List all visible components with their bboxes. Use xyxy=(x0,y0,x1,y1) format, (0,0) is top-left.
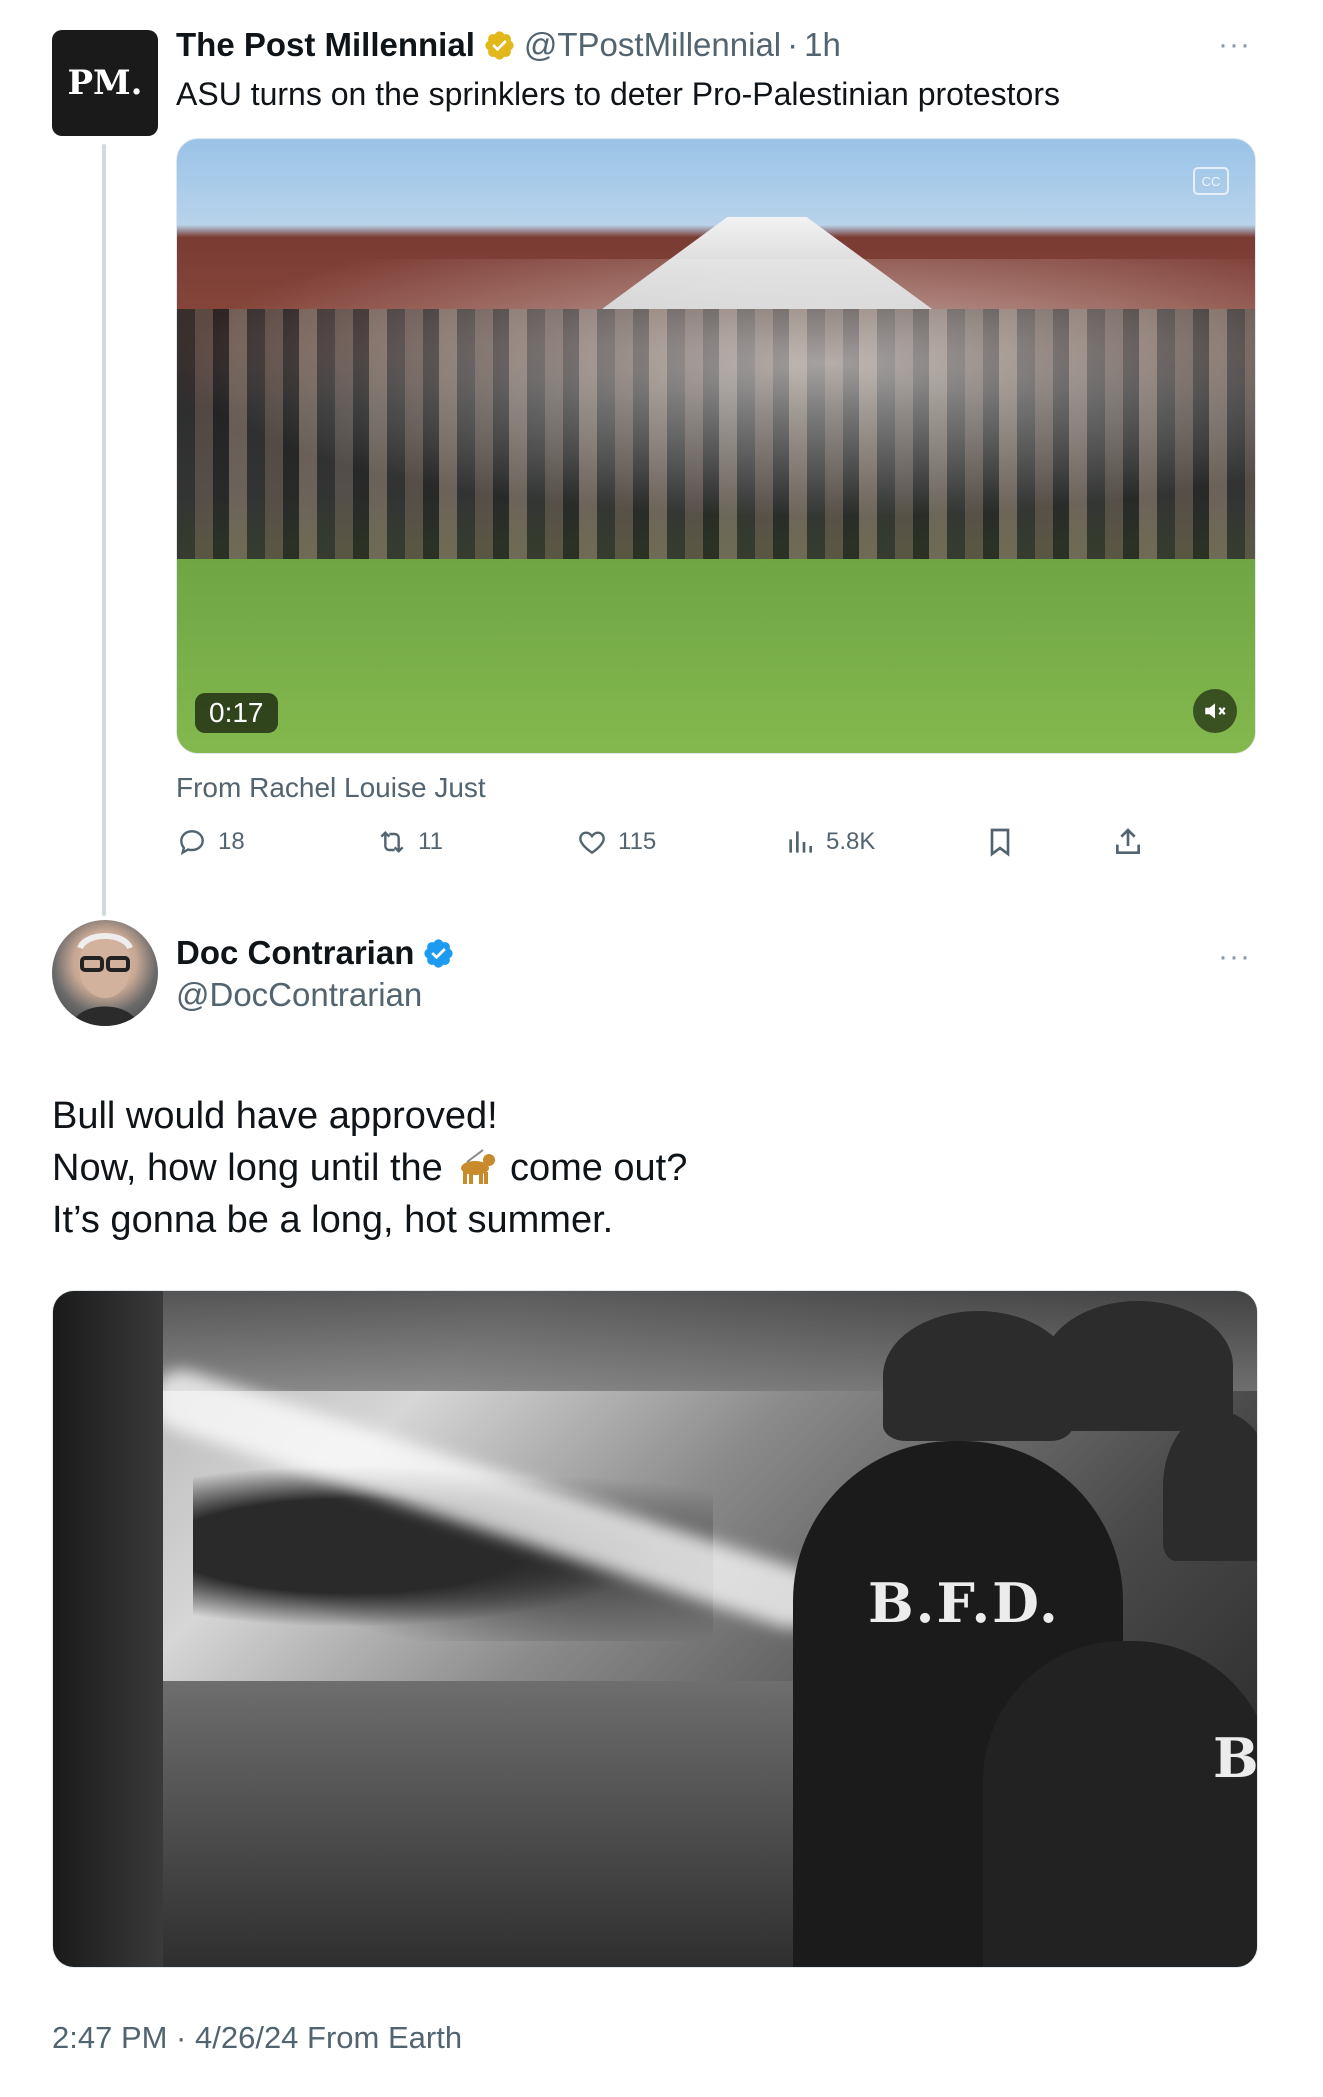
guide-dog-icon xyxy=(461,1149,496,1184)
tweet-time[interactable]: 1h xyxy=(804,26,841,64)
parent-tweet-text: ASU turns on the sprinklers to deter Pro… xyxy=(176,76,1060,112)
tweet-line-3: It’s gonna be a long, hot summer. xyxy=(52,1199,614,1241)
video-lawn xyxy=(177,559,1255,753)
post-millennial-avatar[interactable]: PM. xyxy=(52,30,158,136)
heart-icon xyxy=(579,831,605,855)
bookmark-button[interactable] xyxy=(984,826,1016,858)
photo-firefighter xyxy=(983,1641,1257,1967)
photo-jacket-text: B.F.D. xyxy=(868,1571,1060,1635)
mute-icon[interactable] xyxy=(1193,689,1237,733)
repost-button[interactable]: 11 xyxy=(376,826,443,858)
tweet-timestamp[interactable]: 2:47 PM · 4/26/24 From Earth xyxy=(52,2020,462,2056)
photo-firefighter-helmet xyxy=(1043,1301,1233,1431)
more-options-icon[interactable]: ··· xyxy=(1218,940,1251,974)
speaker-muted-icon xyxy=(1205,703,1226,719)
views-count: 5.8K xyxy=(826,828,876,855)
like-count: 115 xyxy=(618,828,657,855)
doc-contrarian-avatar[interactable] xyxy=(52,920,158,1026)
photo-street xyxy=(163,1681,803,1967)
reply-count: 18 xyxy=(218,828,245,855)
views-chart-icon xyxy=(789,831,812,853)
share-icon xyxy=(1116,828,1140,854)
share-button[interactable] xyxy=(1112,826,1144,858)
video-sprinkler-spray xyxy=(177,259,1255,519)
repost-count: 11 xyxy=(418,828,443,855)
reply-button[interactable]: 18 xyxy=(176,826,245,858)
author-name[interactable]: Doc Contrarian xyxy=(176,934,414,972)
main-tweet-author: Doc Contrarian xyxy=(176,934,463,972)
photo-firefighter-helmet xyxy=(1163,1411,1257,1561)
like-button[interactable]: 115 xyxy=(576,826,656,858)
author-handle[interactable]: @TPostMillennial xyxy=(524,26,781,64)
views-button[interactable]: 5.8K xyxy=(784,826,875,858)
video-source[interactable]: From Rachel Louise Just xyxy=(176,772,486,804)
photo-building-wall xyxy=(53,1291,163,1967)
captions-icon[interactable]: CC xyxy=(1193,167,1229,195)
tweet-video[interactable]: CC 0:17 xyxy=(176,138,1256,754)
bookmark-icon xyxy=(990,828,1010,857)
video-duration: 0:17 xyxy=(195,693,278,733)
verified-blue-badge-icon xyxy=(424,938,453,968)
parent-tweet-actions: 18 11 115 5.8K xyxy=(176,826,1176,866)
photo-jacket-text: B xyxy=(1213,1726,1258,1790)
tweet-photo[interactable]: B.F.D. B xyxy=(52,1290,1258,1968)
reply-icon xyxy=(180,830,204,856)
repost-icon xyxy=(380,830,404,854)
avatar-portrait xyxy=(72,933,138,1026)
separator-dot: · xyxy=(787,26,799,63)
author-name[interactable]: The Post Millennial xyxy=(176,26,475,64)
avatar-logo-text: PM. xyxy=(67,63,143,103)
more-options-icon[interactable]: ··· xyxy=(1218,28,1251,62)
author-handle[interactable]: @DocContrarian xyxy=(176,976,422,1014)
verified-gold-badge-icon xyxy=(485,30,514,60)
tweet-line-1: Bull would have approved! xyxy=(52,1095,498,1137)
main-tweet-text: Bull would have approved! Now, how long … xyxy=(52,1090,687,1246)
parent-tweet-header: The Post Millennial @TPostMillennial · 1… xyxy=(176,22,841,68)
thread-connector-line xyxy=(102,144,106,916)
tweet-line-2: Now, how long until the come out? xyxy=(52,1147,688,1189)
